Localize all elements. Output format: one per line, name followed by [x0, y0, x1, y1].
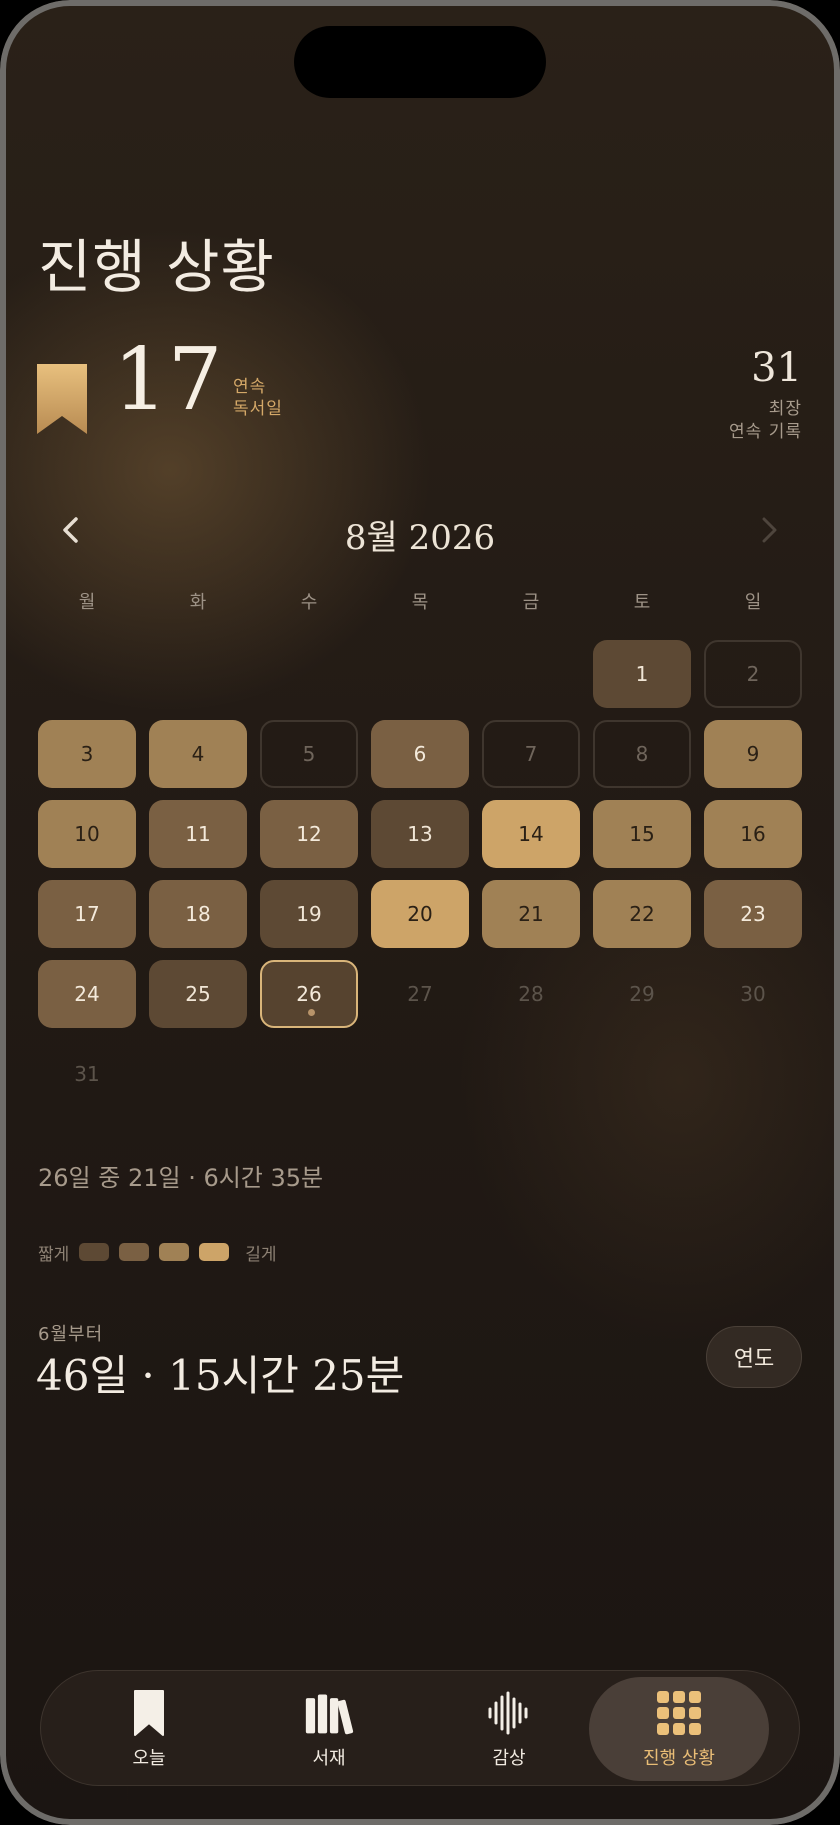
tab-label: 서재	[312, 1748, 346, 1769]
month-label: 8월 2026	[344, 518, 496, 558]
calendar-day[interactable]: 20	[371, 880, 469, 948]
calendar-day-today[interactable]: 26	[260, 960, 358, 1028]
calendar-day[interactable]: 25	[149, 960, 247, 1028]
calendar-day[interactable]: 13	[371, 800, 469, 868]
calendar-day[interactable]: 21	[482, 880, 580, 948]
best-streak-value: 31	[751, 345, 802, 391]
month-summary: 26일 중 21일 · 6시간 35분	[38, 1164, 324, 1192]
calendar-day[interactable]: 5	[260, 720, 358, 788]
year-button[interactable]: 연도	[706, 1326, 802, 1388]
calendar-day[interactable]: 23	[704, 880, 802, 948]
calendar-day[interactable]: 17	[38, 880, 136, 948]
calendar-day[interactable]: 9	[704, 720, 802, 788]
page-title: 진행 상황	[38, 233, 275, 301]
calendar-day[interactable]: 19	[260, 880, 358, 948]
calendar-day[interactable]: 2	[704, 640, 802, 708]
current-streak-label: 연속 독서일	[233, 376, 283, 420]
calendar-day[interactable]: 8	[593, 720, 691, 788]
tab-reflections[interactable]: 감상	[419, 1677, 599, 1781]
calendar-day: 29	[629, 982, 655, 1006]
calendar-day: 30	[740, 982, 766, 1006]
bookmark-icon	[37, 364, 87, 434]
tab-bar: 오늘 서재 감상 진행 상황	[40, 1670, 800, 1786]
grid-icon	[654, 1688, 704, 1738]
weekday-label: 화	[189, 592, 207, 613]
calendar-day[interactable]: 6	[371, 720, 469, 788]
calendar-day[interactable]: 14	[482, 800, 580, 868]
legend-swatch-4	[199, 1243, 230, 1261]
legend: 짧게 길게	[38, 1240, 277, 1265]
current-streak-label-line1: 연속	[233, 377, 267, 397]
today-indicator-dot	[308, 1009, 315, 1016]
total-value: 46일 · 15시간 25분	[36, 1351, 405, 1400]
waveform-icon	[484, 1688, 534, 1738]
calendar-day: 28	[518, 982, 544, 1006]
weekday-label: 토	[633, 592, 651, 613]
calendar-day: 27	[407, 982, 433, 1006]
calendar-day[interactable]: 10	[38, 800, 136, 868]
weekday-label: 월	[78, 592, 96, 613]
best-streak-label: 최장 연속 기록	[729, 398, 802, 444]
calendar-day[interactable]: 1	[593, 640, 691, 708]
legend-swatch-3	[159, 1243, 190, 1261]
tab-library[interactable]: 서재	[239, 1677, 419, 1781]
calendar-day[interactable]: 16	[704, 800, 802, 868]
calendar-day[interactable]: 18	[149, 880, 247, 948]
library-icon	[304, 1688, 354, 1738]
calendar-day[interactable]: 7	[482, 720, 580, 788]
weekday-header: 월화수목금토일	[38, 588, 802, 616]
tab-progress[interactable]: 진행 상황	[589, 1677, 769, 1781]
tab-label: 진행 상황	[643, 1748, 715, 1769]
weekday-label: 수	[300, 592, 318, 613]
tab-label: 오늘	[132, 1748, 166, 1769]
calendar-day[interactable]: 15	[593, 800, 691, 868]
calendar-day[interactable]: 11	[149, 800, 247, 868]
calendar-day[interactable]: 12	[260, 800, 358, 868]
legend-short-label: 짧게	[38, 1244, 70, 1265]
tab-label: 감상	[492, 1748, 526, 1769]
dynamic-island	[294, 26, 546, 98]
best-streak-label-line1: 최장	[768, 399, 802, 419]
calendar-day[interactable]: 3	[38, 720, 136, 788]
weekday-label: 목	[411, 592, 429, 613]
chevron-right-icon[interactable]	[748, 510, 788, 550]
month-navigation: 8월 2026	[38, 500, 802, 560]
current-streak-label-line2: 독서일	[233, 399, 283, 419]
legend-swatch-2	[119, 1243, 150, 1261]
best-streak-label-line2: 연속 기록	[729, 422, 802, 442]
calendar-day[interactable]: 24	[38, 960, 136, 1028]
current-streak-value: 17	[113, 330, 223, 430]
bookmark-icon	[124, 1688, 174, 1738]
calendar-day[interactable]: 4	[149, 720, 247, 788]
app-screen: 진행 상황 17 연속 독서일 31 최장 연속 기록 8월 2026 월화수목…	[0, 0, 840, 1825]
legend-swatch-1	[79, 1243, 110, 1261]
weekday-label: 금	[522, 592, 540, 613]
weekday-label: 일	[744, 592, 762, 613]
legend-long-label: 길게	[245, 1244, 277, 1265]
tab-today[interactable]: 오늘	[59, 1677, 239, 1781]
calendar-day: 31	[74, 1062, 100, 1086]
calendar-day[interactable]: 22	[593, 880, 691, 948]
